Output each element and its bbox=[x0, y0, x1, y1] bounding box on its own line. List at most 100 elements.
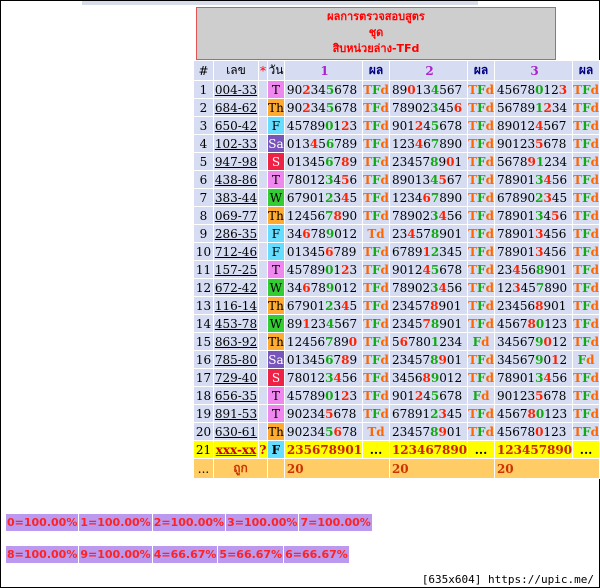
header-score-2: ผล bbox=[468, 61, 494, 80]
row-index: 10 bbox=[194, 243, 213, 260]
set-3-score: TFd bbox=[573, 369, 599, 386]
digit: 1 bbox=[543, 82, 552, 97]
digit: 1 bbox=[391, 136, 400, 151]
set-2-score: TFd bbox=[468, 297, 494, 314]
row-number-link[interactable]: 684-62 bbox=[215, 101, 257, 115]
score-letter: T bbox=[363, 334, 373, 349]
prediction-number-link[interactable]: xxx-xx bbox=[216, 443, 257, 457]
digit: 0 bbox=[286, 352, 295, 367]
stat-digit: 5 bbox=[219, 548, 228, 561]
row-number-link[interactable]: 947-98 bbox=[215, 155, 257, 169]
digit: 6 bbox=[439, 262, 447, 277]
row-star bbox=[258, 387, 267, 404]
digit: 2 bbox=[317, 172, 326, 187]
digit: 9 bbox=[414, 406, 423, 421]
row-number-link[interactable]: 069-77 bbox=[215, 209, 257, 223]
row-number-link[interactable]: 656-35 bbox=[215, 389, 257, 403]
digit: 3 bbox=[438, 406, 447, 421]
set-2-digits: 678912345 bbox=[389, 405, 468, 422]
row-number-link[interactable]: 672-42 bbox=[215, 281, 257, 295]
digit: 9 bbox=[391, 262, 400, 277]
score-letter: d bbox=[590, 424, 599, 439]
digit: 9 bbox=[286, 424, 295, 439]
row-number-link[interactable]: 785-80 bbox=[215, 353, 257, 367]
score-letter: F bbox=[477, 190, 486, 205]
digit: 2 bbox=[519, 136, 528, 151]
row-index: 14 bbox=[194, 315, 213, 332]
row-number-cell: 069-77 bbox=[213, 207, 258, 224]
digit: 7 bbox=[391, 100, 400, 115]
row-number-link[interactable]: 453-78 bbox=[215, 317, 257, 331]
prediction-row: 21 xxx-xx? F 235678901... 123467890... 123457… bbox=[194, 441, 599, 458]
row-number-link[interactable]: 438-86 bbox=[215, 173, 257, 187]
digit: 0 bbox=[414, 280, 423, 295]
digit: 2 bbox=[543, 100, 552, 115]
digit: 9 bbox=[512, 244, 520, 259]
digit: 4 bbox=[422, 262, 431, 277]
digit: 1 bbox=[454, 424, 463, 439]
digit: 5 bbox=[439, 82, 447, 97]
digit: 8 bbox=[558, 388, 567, 403]
score-letter: T bbox=[468, 424, 478, 439]
score-letter: d bbox=[590, 334, 599, 349]
row-number-link[interactable]: 863-92 bbox=[215, 335, 257, 349]
set-3-score: TFd bbox=[573, 135, 599, 152]
row-number-link[interactable]: 891-53 bbox=[215, 407, 257, 421]
digit: 7 bbox=[446, 118, 455, 133]
digit: 3 bbox=[535, 244, 544, 259]
digit: 7 bbox=[496, 226, 505, 241]
stat-badge: 7=100.00% bbox=[299, 514, 372, 531]
row-number-link[interactable]: 286-35 bbox=[215, 227, 257, 241]
score-letter: F bbox=[477, 370, 486, 385]
row-index: 18 bbox=[194, 387, 213, 404]
digit: 6 bbox=[519, 352, 528, 367]
row-number-link[interactable]: 729-40 bbox=[215, 371, 257, 385]
row-number-cell: 656-35 bbox=[213, 387, 258, 404]
digit: 2 bbox=[391, 352, 400, 367]
score-letter: F bbox=[477, 226, 486, 241]
digit: 0 bbox=[512, 118, 520, 133]
score-letter: T bbox=[363, 82, 373, 97]
digit: 6 bbox=[551, 118, 559, 133]
digit: 7 bbox=[496, 370, 505, 385]
digit: 0 bbox=[519, 370, 528, 385]
row-number-link[interactable]: 712-46 bbox=[215, 245, 257, 259]
row-number-link[interactable]: 116-14 bbox=[215, 299, 257, 313]
digit: 1 bbox=[333, 118, 342, 133]
digit: 6 bbox=[391, 244, 400, 259]
row-number-link[interactable]: 650-42 bbox=[215, 119, 257, 133]
row-number-link[interactable]: 157-25 bbox=[215, 263, 257, 277]
digit: 3 bbox=[559, 406, 568, 421]
digit: 5 bbox=[446, 208, 455, 223]
digit: 2 bbox=[551, 406, 560, 421]
digit: 1 bbox=[333, 262, 342, 277]
set-3-score: TFd bbox=[573, 99, 599, 116]
score-letter: T bbox=[468, 370, 478, 385]
digit: 1 bbox=[543, 424, 552, 439]
digit: 4 bbox=[317, 406, 326, 421]
score-letter: F bbox=[582, 334, 591, 349]
score-letter: F bbox=[582, 280, 591, 295]
row-index: 13 bbox=[194, 297, 213, 314]
score-letter: F bbox=[477, 82, 486, 97]
digit: 0 bbox=[446, 424, 455, 439]
score-letter: F bbox=[372, 154, 381, 169]
table-row: 12 672-42 W 346789012 TFd 789023456 TFd 1234578… bbox=[194, 279, 599, 296]
row-number-link[interactable]: 630-61 bbox=[215, 425, 257, 439]
set-3-score: TFd bbox=[573, 243, 599, 260]
score-letter: F bbox=[582, 100, 591, 115]
score-letter: F bbox=[372, 316, 381, 331]
set-1-digits: 346789012 bbox=[284, 279, 363, 296]
row-number-link[interactable]: 383-44 bbox=[215, 191, 257, 205]
score-letter: F bbox=[582, 82, 591, 97]
digit: 8 bbox=[527, 82, 536, 97]
digit: 8 bbox=[349, 82, 358, 97]
score-letter: T bbox=[363, 244, 373, 259]
score-letter: d bbox=[380, 136, 389, 151]
row-number-link[interactable]: 004-33 bbox=[215, 83, 257, 97]
row-number-cell: 785-80 bbox=[213, 351, 258, 368]
score-letter: T bbox=[573, 406, 583, 421]
row-number-link[interactable]: 102-33 bbox=[215, 137, 257, 151]
digit: 4 bbox=[423, 388, 431, 403]
digit: 1 bbox=[286, 334, 295, 349]
